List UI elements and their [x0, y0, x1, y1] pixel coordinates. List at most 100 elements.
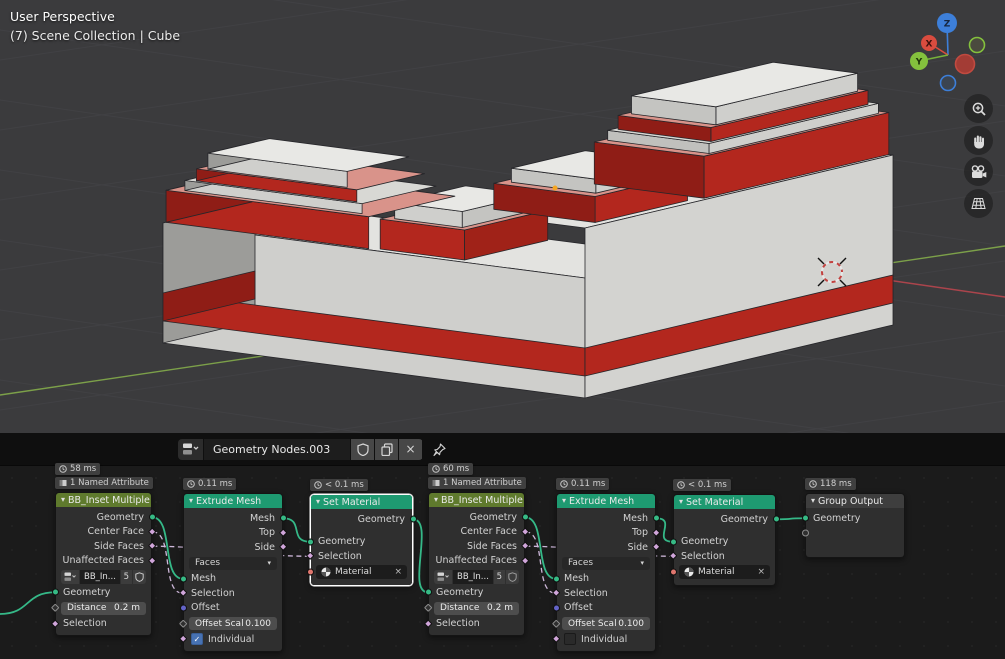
3d-viewport[interactable]: User Perspective (7) Scene Collection | … — [0, 0, 1005, 433]
navigation-gizmo[interactable]: Z X Y — [900, 2, 1005, 102]
material-field[interactable]: Material × — [316, 565, 407, 579]
camera-icon — [970, 164, 987, 180]
node-link-geometry — [413, 519, 428, 592]
shield-icon — [508, 572, 517, 582]
geometry-nodes-editor[interactable]: Geometry Nodes.003 × — [0, 433, 1005, 659]
node-header[interactable]: ▾ BB_Inset Multiple — [56, 493, 151, 507]
shield-icon — [357, 443, 369, 456]
node-header[interactable]: ▾ BB_Inset Multiple — [429, 493, 524, 507]
collapse-chevron-icon[interactable]: ▾ — [316, 498, 320, 506]
node-set-material-1[interactable]: < 0.1 ms ▾ Set Material Geometry Geometr… — [310, 494, 413, 586]
socket-virtual-input[interactable] — [802, 529, 809, 536]
group-users-count[interactable]: 5 — [494, 570, 505, 584]
zoom-tool-button[interactable] — [964, 94, 993, 123]
socket-geometry-input[interactable] — [52, 589, 59, 596]
node-canvas[interactable]: 58 ms 1 Named Attribute ▾ BB_Inset Multi… — [0, 466, 1005, 659]
socket-offset-input[interactable] — [553, 604, 560, 611]
hand-icon — [971, 133, 987, 149]
gizmo-neg-x-ball[interactable] — [956, 55, 975, 74]
group-browse-button[interactable] — [61, 570, 79, 584]
camera-view-button[interactable] — [964, 157, 993, 186]
socket-geometry-input[interactable] — [670, 538, 677, 545]
toggle-projection-button[interactable] — [964, 189, 993, 218]
mode-dropdown[interactable]: Faces▾ — [562, 557, 650, 570]
node-header[interactable]: ▾ Extrude Mesh — [184, 494, 282, 508]
collapse-chevron-icon[interactable]: ▾ — [679, 498, 683, 506]
socket-geometry-input[interactable] — [307, 538, 314, 545]
node-bb-inset-multiple-1[interactable]: 58 ms 1 Named Attribute ▾ BB_Inset Multi… — [55, 492, 152, 636]
group-users-count[interactable]: 5 — [121, 570, 132, 584]
socket-geometry-input[interactable] — [425, 589, 432, 596]
clear-material-icon[interactable]: × — [757, 567, 765, 577]
attribute-icon — [432, 479, 440, 487]
gizmo-neg-z-ball[interactable] — [941, 76, 956, 91]
node-extrude-mesh-1[interactable]: 0.11 ms ▾ Extrude Mesh Mesh Top Side Fac… — [183, 493, 283, 652]
chevron-down-icon: ▾ — [267, 559, 271, 567]
offset-scale-slider[interactable]: Offset Scal 0.100 — [189, 617, 277, 630]
node-header[interactable]: ▾ Set Material — [311, 495, 412, 509]
group-fake-user-button[interactable] — [133, 570, 146, 584]
duplicate-button[interactable] — [375, 439, 398, 460]
close-icon: × — [405, 442, 415, 456]
socket-geometry-output[interactable] — [410, 516, 417, 523]
node-set-material-2[interactable]: < 0.1 ms ▾ Set Material Geometry Geometr… — [673, 494, 776, 586]
named-attribute-badge: 1 Named Attribute — [55, 477, 153, 489]
offset-scale-slider[interactable]: Offset Scal 0.100 — [562, 617, 650, 630]
clock-icon — [59, 465, 67, 473]
distance-slider[interactable]: Distance 0.2 m — [434, 602, 519, 615]
group-name-field[interactable]: BB_In... — [453, 570, 493, 584]
node-group-selector[interactable]: BB_In... 5 — [434, 570, 519, 584]
group-fake-user-button[interactable] — [506, 570, 519, 584]
mesh-object-cube[interactable] — [163, 62, 893, 398]
node-header[interactable]: ▾ Group Output — [806, 494, 904, 508]
collapse-chevron-icon[interactable]: ▾ — [61, 496, 65, 504]
node-header[interactable]: ▾ Extrude Mesh — [557, 494, 655, 508]
socket-mesh-input[interactable] — [180, 575, 187, 582]
node-group-selector[interactable]: BB_In... 5 — [61, 570, 146, 584]
collapse-chevron-icon[interactable]: ▾ — [811, 497, 815, 505]
individual-checkbox[interactable] — [564, 633, 576, 645]
named-attribute-badge: 1 Named Attribute — [428, 477, 526, 489]
timer-badge: 0.11 ms — [183, 478, 236, 490]
gizmo-neg-y-ball[interactable] — [970, 38, 985, 53]
clock-icon — [677, 481, 685, 489]
chevron-down-icon: ▾ — [640, 559, 644, 567]
distance-slider[interactable]: Distance 0.2 m — [61, 602, 146, 615]
node-group-output[interactable]: 118 ms ▾ Group Output Geometry — [805, 493, 905, 558]
socket-mesh-input[interactable] — [553, 575, 560, 582]
nodetree-browse-button[interactable] — [178, 439, 203, 460]
socket-material-input[interactable] — [670, 569, 677, 576]
socket-material-input[interactable] — [307, 569, 314, 576]
gizmo-z-label: Z — [944, 20, 951, 30]
group-browse-button[interactable] — [434, 570, 452, 584]
pin-button[interactable] — [432, 442, 447, 457]
fake-user-button[interactable] — [351, 439, 374, 460]
node-bb-inset-multiple-2[interactable]: 60 ms 1 Named Attribute ▾ BB_Inset Multi… — [428, 492, 525, 636]
nodetree-icon — [64, 572, 76, 582]
socket-geometry-output[interactable] — [773, 516, 780, 523]
nodetree-name-field[interactable]: Geometry Nodes.003 — [204, 439, 350, 460]
clear-material-icon[interactable]: × — [394, 567, 402, 577]
nodetree-icon — [437, 572, 449, 582]
clock-icon — [314, 481, 322, 489]
node-extrude-mesh-2[interactable]: 0.11 ms ▾ Extrude Mesh Mesh Top Side Fac… — [556, 493, 656, 652]
socket-geometry-input[interactable] — [802, 515, 809, 522]
group-name-field[interactable]: BB_In... — [80, 570, 120, 584]
copy-icon — [381, 443, 393, 456]
individual-checkbox[interactable]: ✓ — [191, 633, 203, 645]
pan-tool-button[interactable] — [964, 126, 993, 155]
socket-mesh-output[interactable] — [653, 515, 660, 522]
collapse-chevron-icon[interactable]: ▾ — [562, 497, 566, 505]
socket-geometry-output[interactable] — [522, 514, 529, 521]
collapse-chevron-icon[interactable]: ▾ — [434, 496, 438, 504]
collapse-chevron-icon[interactable]: ▾ — [189, 497, 193, 505]
viewport-collection-label: (7) Scene Collection | Cube — [10, 26, 180, 45]
node-header[interactable]: ▾ Set Material — [674, 495, 775, 509]
socket-geometry-output[interactable] — [149, 514, 156, 521]
socket-offset-input[interactable] — [180, 604, 187, 611]
unlink-button[interactable]: × — [399, 439, 422, 460]
mode-dropdown[interactable]: Faces▾ — [189, 557, 277, 570]
node-link-geometry — [525, 517, 556, 579]
material-field[interactable]: Material × — [679, 565, 770, 579]
socket-mesh-output[interactable] — [280, 515, 287, 522]
